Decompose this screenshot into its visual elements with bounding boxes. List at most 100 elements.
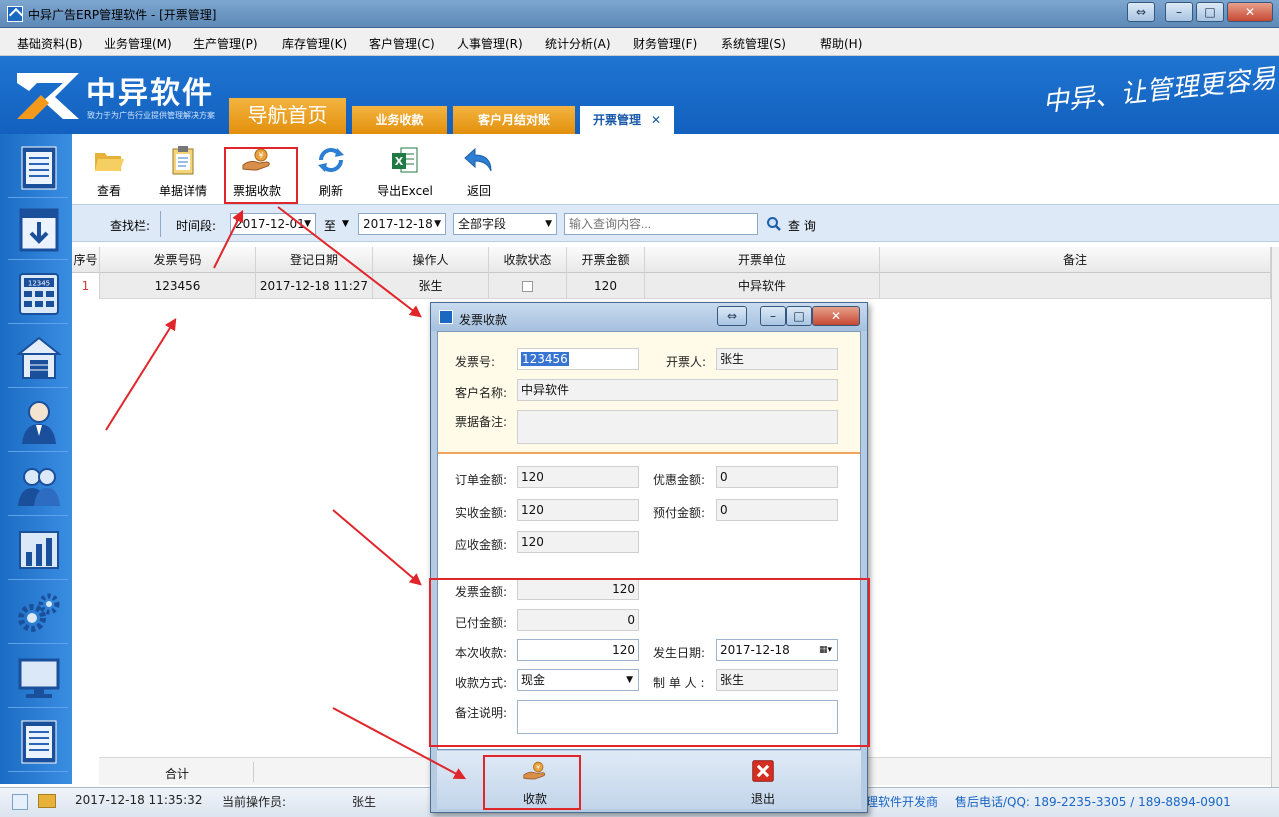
search-bar-label: 查找栏: xyxy=(110,219,151,233)
search-button[interactable]: 查 询 xyxy=(788,217,816,234)
invoice-collection-dialog: 发票收款 ⇔ – □ ✕ 发票号: 123456 开票人: 张生 客户名称: 中… xyxy=(430,302,868,813)
menu-help[interactable]: 帮助(H) xyxy=(820,35,862,52)
dialog-minimize-button[interactable]: – xyxy=(760,306,786,326)
nav-calculator[interactable]: 12345 xyxy=(8,264,68,324)
issuer-field[interactable]: 张生 xyxy=(716,348,838,370)
invoice-no-field[interactable]: 123456 xyxy=(517,348,639,370)
window-minimize-button[interactable]: – xyxy=(1165,2,1193,22)
dialog-body: 发票号: 123456 开票人: 张生 客户名称: 中异软件 票据备注: 订单金… xyxy=(437,331,861,750)
left-nav: 12345 xyxy=(0,134,72,784)
paid-amount-field[interactable]: 0 xyxy=(517,609,639,631)
maker-field[interactable]: 张生 xyxy=(716,669,838,691)
app-icon xyxy=(7,6,23,22)
svg-text:¥: ¥ xyxy=(536,763,540,771)
search-input[interactable] xyxy=(564,213,758,235)
window-restore-size-button[interactable]: ⇔ xyxy=(1127,2,1155,22)
download-box-icon xyxy=(19,208,59,252)
note-cell xyxy=(880,273,1271,299)
order-amount-field[interactable]: 120 xyxy=(517,466,639,488)
tab-close-icon[interactable]: ✕ xyxy=(651,113,661,127)
tab-business-receipt[interactable]: 业务收款 xyxy=(352,106,447,134)
paid-status-cell xyxy=(489,273,567,299)
menu-business[interactable]: 业务管理(M) xyxy=(104,35,172,52)
document-detail-button[interactable]: 单据详情 xyxy=(148,142,218,202)
nav-reports[interactable] xyxy=(8,712,68,772)
calendar-icon[interactable]: ▦▾ xyxy=(819,640,832,660)
column-header[interactable]: 操作人 xyxy=(373,247,489,273)
table-header: 序号 发票号码 登记日期 操作人 收款状态 开票金额 开票单位 备注 xyxy=(72,247,1271,273)
dialog-maximize-button[interactable]: □ xyxy=(786,306,812,326)
nav-statistics[interactable] xyxy=(8,520,68,580)
folder-icon[interactable] xyxy=(38,794,56,808)
date-to-select[interactable]: 2017-12-18 ▼ xyxy=(358,213,446,235)
tab-customer-monthly[interactable]: 客户月结对账 xyxy=(453,106,575,134)
column-header[interactable]: 收款状态 xyxy=(489,247,567,273)
note-field[interactable] xyxy=(517,700,838,734)
view-button[interactable]: 查看 xyxy=(74,142,144,202)
menu-statistics[interactable]: 统计分析(A) xyxy=(545,35,611,52)
nav-system[interactable] xyxy=(8,648,68,708)
field-value: 全部字段 xyxy=(458,217,507,231)
chevron-down-icon[interactable]: ▼ xyxy=(342,219,349,229)
column-header[interactable]: 登记日期 xyxy=(256,247,373,273)
svg-text:X: X xyxy=(395,155,404,168)
paid-checkbox[interactable] xyxy=(522,281,533,292)
order-amount-label: 订单金额: xyxy=(455,473,508,487)
window-close-button[interactable]: ✕ xyxy=(1227,2,1273,22)
received-label: 实收金额: xyxy=(455,506,508,520)
nav-inventory[interactable] xyxy=(8,200,68,260)
remark-field[interactable] xyxy=(517,410,838,444)
invoice-collect-button[interactable]: ¥ 票据收款 xyxy=(222,142,292,202)
collect-button[interactable]: ¥ 收款 xyxy=(487,755,583,807)
menu-basic-data[interactable]: 基础资料(B) xyxy=(17,35,83,52)
payment-method-select[interactable]: 现金 ▼ xyxy=(517,669,639,691)
nav-customer[interactable] xyxy=(8,392,68,452)
chevron-down-icon: ▼ xyxy=(304,219,311,229)
date-cell: 2017-12-18 11:27 xyxy=(256,273,373,299)
column-header[interactable]: 发票号码 xyxy=(100,247,256,273)
menu-production[interactable]: 生产管理(P) xyxy=(193,35,258,52)
receivable-field[interactable]: 120 xyxy=(517,531,639,553)
received-field[interactable]: 120 xyxy=(517,499,639,521)
table-row[interactable]: 1 123456 2017-12-18 11:27 张生 120 中异软件 xyxy=(72,273,1271,299)
this-payment-field[interactable]: 120 xyxy=(517,639,639,661)
operator-cell: 张生 xyxy=(373,273,489,299)
date-from-select[interactable]: 2017-12-01 ▼ xyxy=(230,213,316,235)
column-header[interactable]: 开票金额 xyxy=(567,247,645,273)
back-button[interactable]: 返回 xyxy=(444,142,514,202)
dialog-resize-button[interactable]: ⇔ xyxy=(717,306,747,326)
brand-name: 中异软件 xyxy=(86,76,214,111)
nav-hr[interactable] xyxy=(8,456,68,516)
menu-inventory[interactable]: 库存管理(K) xyxy=(282,35,347,52)
invoice-no-label: 发票号: xyxy=(455,355,496,369)
tab-nav-home[interactable]: 导航首页 xyxy=(229,98,346,134)
window-titlebar: 中异广告ERP管理软件 - [开票管理] ⇔ – □ ✕ xyxy=(0,0,1279,28)
menu-finance[interactable]: 财务管理(F) xyxy=(633,35,697,52)
customer-field[interactable]: 中异软件 xyxy=(517,379,838,401)
nav-warehouse[interactable] xyxy=(8,328,68,388)
column-header[interactable]: 备注 xyxy=(880,247,1271,273)
menu-hr[interactable]: 人事管理(R) xyxy=(457,35,523,52)
discount-field[interactable]: 0 xyxy=(716,466,838,488)
dialog-close-button[interactable]: ✕ xyxy=(812,306,860,326)
dialog-title: 发票收款 xyxy=(459,313,508,327)
exit-button[interactable]: 退出 xyxy=(715,755,811,807)
column-header[interactable]: 序号 xyxy=(72,247,100,273)
window-maximize-button[interactable]: □ xyxy=(1196,2,1224,22)
field-select[interactable]: 全部字段 ▼ xyxy=(453,213,557,235)
date-from-value: 2017-12-01 xyxy=(235,217,305,231)
menu-customer[interactable]: 客户管理(C) xyxy=(369,35,435,52)
nav-settings[interactable] xyxy=(8,584,68,644)
tab-invoice-management[interactable]: 开票管理 ✕ xyxy=(580,106,674,134)
export-excel-button[interactable]: X 导出Excel xyxy=(370,142,440,202)
date-picker[interactable]: 2017-12-18 ▦▾ xyxy=(716,639,838,661)
total-label: 合计 xyxy=(165,767,190,781)
column-header[interactable]: 开票单位 xyxy=(645,247,880,273)
menu-system[interactable]: 系统管理(S) xyxy=(721,35,786,52)
vertical-scrollbar[interactable] xyxy=(1271,247,1279,787)
invoice-amount-field[interactable]: 120 xyxy=(517,578,639,600)
status-nav-icon[interactable] xyxy=(12,794,28,810)
nav-documents[interactable] xyxy=(8,138,68,198)
refresh-button[interactable]: 刷新 xyxy=(296,142,366,202)
prepaid-field[interactable]: 0 xyxy=(716,499,838,521)
